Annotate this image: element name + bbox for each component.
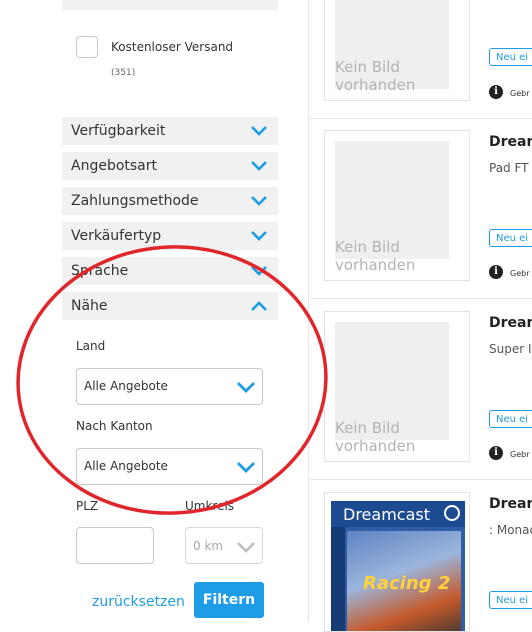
info-icon[interactable]: i <box>489 265 503 279</box>
column-divider <box>308 0 309 622</box>
chevron-down-icon <box>237 382 255 393</box>
umkreis-label: Umkreis <box>185 499 235 513</box>
accordion-label: Zahlungsmethode <box>71 193 199 209</box>
listing-info-text: Gebr <box>510 450 530 459</box>
accordion-label: Sprache <box>71 263 129 279</box>
condition-badge: Neu ei <box>489 48 532 66</box>
condition-badge: Neu ei <box>489 410 532 428</box>
info-icon[interactable]: i <box>489 85 503 99</box>
accordion-label: Verfügbarkeit <box>71 123 166 139</box>
free-shipping-count: (351) <box>111 68 136 78</box>
listing-subtitle: Pad FT <box>489 161 529 175</box>
free-shipping-label[interactable]: Kostenloser Versand <box>111 40 233 54</box>
cover-game-title: Racing 2 <box>363 573 451 594</box>
accordion-sprache[interactable]: Sprache <box>62 257 278 285</box>
listing-subtitle: : Monac <box>489 523 532 537</box>
free-shipping-checkbox[interactable] <box>76 36 98 58</box>
chevron-down-icon <box>251 231 267 241</box>
info-icon[interactable]: i <box>489 446 503 460</box>
listing-image[interactable]: Kein Bild vorhanden <box>324 311 470 462</box>
kanton-select-value: Alle Angebote <box>84 459 168 473</box>
listing-image[interactable]: Kein Bild vorhanden <box>324 130 470 281</box>
no-image-text: Kein Bild vorhanden <box>335 58 416 94</box>
plz-input[interactable] <box>76 527 154 564</box>
filter-button[interactable]: Filtern <box>194 582 264 618</box>
accordion-naehe[interactable]: Nähe <box>62 292 278 320</box>
accordion-delivery-partial[interactable] <box>62 0 278 10</box>
accordion-zahlungsmethode[interactable]: Zahlungsmethode <box>62 187 278 215</box>
condition-badge: Neu ei <box>489 229 532 247</box>
land-select-value: Alle Angebote <box>84 379 168 393</box>
land-label: Land <box>76 339 106 353</box>
chevron-down-icon <box>251 196 267 206</box>
chevron-down-icon <box>251 161 267 171</box>
row-separator <box>310 479 532 480</box>
chevron-down-icon <box>237 462 255 473</box>
chevron-down-icon <box>251 126 267 136</box>
kanton-label: Nach Kanton <box>76 419 153 433</box>
accordion-verkaeufertyp[interactable]: Verkäufertyp <box>62 222 278 250</box>
listing-subtitle: Super I <box>489 342 532 356</box>
umkreis-select-value: 0 km <box>193 539 224 553</box>
land-select[interactable]: Alle Angebote <box>76 368 263 405</box>
listing-title[interactable]: Dream <box>489 315 532 331</box>
cover-logo-text: Dreamcast <box>343 505 430 524</box>
no-image-text: Kein Bild vorhanden <box>335 238 416 274</box>
reset-link[interactable]: zurücksetzen <box>92 594 185 610</box>
chevron-up-icon <box>251 301 267 311</box>
listing-info-text: Gebr <box>510 269 530 278</box>
accordion-label: Angebotsart <box>71 158 158 174</box>
filter-sidebar: Kostenloser Versand (351) Verfügbarkeit … <box>0 0 300 622</box>
chevron-down-icon <box>237 542 255 553</box>
cover-side-band <box>331 527 345 631</box>
accordion-verfuegbarkeit[interactable]: Verfügbarkeit <box>62 117 278 145</box>
row-separator <box>310 118 532 119</box>
dreamcast-swirl-icon <box>444 505 460 521</box>
dreamcast-cover-image: Dreamcast Racing 2 <box>331 501 465 631</box>
plz-label: PLZ <box>76 499 99 513</box>
listing-image[interactable]: Dreamcast Racing 2 <box>324 492 470 632</box>
accordion-label: Verkäufertyp <box>71 228 162 244</box>
listing-title[interactable]: Dream <box>489 134 532 150</box>
listing-info-text: Gebr <box>510 89 530 98</box>
listing-image[interactable]: Kein Bild vorhanden <box>324 0 470 101</box>
kanton-select[interactable]: Alle Angebote <box>76 448 263 485</box>
row-separator <box>310 298 532 299</box>
condition-badge: Neu ei <box>489 591 532 609</box>
accordion-angebotsart[interactable]: Angebotsart <box>62 152 278 180</box>
chevron-down-icon <box>251 266 267 276</box>
accordion-label: Nähe <box>71 298 108 314</box>
listing-title[interactable]: Dream <box>489 496 532 512</box>
no-image-text: Kein Bild vorhanden <box>335 419 416 455</box>
umkreis-select[interactable]: 0 km <box>185 527 263 564</box>
